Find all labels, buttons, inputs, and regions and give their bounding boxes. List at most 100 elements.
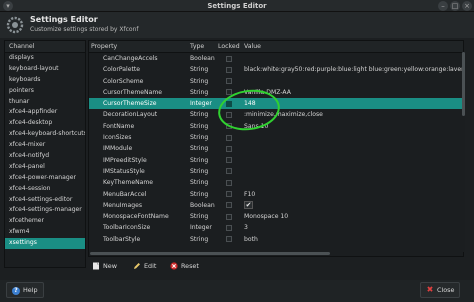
property-value[interactable]: 148 xyxy=(244,98,463,109)
property-value[interactable]: F10 xyxy=(244,189,463,200)
property-type: Boolean xyxy=(190,201,215,209)
column-header-type[interactable]: Type xyxy=(190,41,204,53)
scrollbar-thumb[interactable] xyxy=(462,52,465,116)
property-row[interactable]: CanChangeAccels Boolean xyxy=(89,53,463,64)
property-row[interactable]: ColorPalette String black:white:gray50:red… xyxy=(89,64,463,75)
property-type: String xyxy=(190,88,209,96)
new-property-button[interactable]: New xyxy=(92,259,117,273)
property-type: String xyxy=(190,179,209,187)
help-button[interactable]: ? Help xyxy=(6,282,44,298)
property-type: Integer xyxy=(190,100,212,108)
channel-item[interactable]: xfce4-keyboard-shortcuts xyxy=(5,129,85,140)
channel-item[interactable]: xfce4-settings-manager xyxy=(5,205,85,216)
value-checkbox[interactable]: ✔ xyxy=(244,200,253,209)
channel-item[interactable]: xfce4-appfinder xyxy=(5,107,85,118)
property-row[interactable]: IMModule String xyxy=(89,143,463,154)
property-rows: CanChangeAccels Boolean ColorPalette String… xyxy=(89,53,463,245)
property-value[interactable]: :minimize,maximize,close xyxy=(244,109,463,120)
locked-checkbox xyxy=(226,66,232,73)
property-row[interactable]: DecorationLayout String:minimize,maximize… xyxy=(89,109,463,120)
channel-item[interactable]: xfce4-mixer xyxy=(5,140,85,151)
locked-checkbox xyxy=(226,202,232,209)
channel-item[interactable]: displays xyxy=(5,53,85,64)
channel-item[interactable]: pointers xyxy=(5,86,85,97)
reset-property-button[interactable]: Reset xyxy=(170,259,199,273)
channel-item[interactable]: xfce4-settings-editor xyxy=(5,195,85,206)
close-button[interactable]: ✖ Close xyxy=(420,282,461,298)
property-name: ColorScheme xyxy=(103,77,144,85)
locked-checkbox xyxy=(226,236,232,243)
property-row[interactable]: MonospaceFontName String Monospace 10 xyxy=(89,211,463,222)
property-value[interactable]: both xyxy=(244,234,463,245)
channel-item[interactable]: xfwm4 xyxy=(5,227,85,238)
property-row[interactable]: KeyThemeName String xyxy=(89,177,463,188)
property-type: String xyxy=(190,167,209,175)
locked-checkbox xyxy=(226,111,232,118)
edit-button-label: Edit xyxy=(144,262,157,270)
locked-checkbox xyxy=(226,89,232,96)
channel-item[interactable]: keyboard-layout xyxy=(5,64,85,75)
locked-checkbox xyxy=(226,224,232,231)
close-window-icon[interactable]: × xyxy=(462,1,472,11)
property-row[interactable]: MenuImages Boolean ✔ xyxy=(89,200,463,211)
property-value[interactable]: ✔ xyxy=(244,200,463,211)
channel-item[interactable]: xfce4-notifyd xyxy=(5,151,85,162)
property-name: CursorThemeName xyxy=(103,88,163,96)
property-name: CanChangeAccels xyxy=(103,55,158,62)
property-row[interactable]: ToolbarIconSize Integer 3 xyxy=(89,222,463,233)
property-type: String xyxy=(190,235,209,243)
property-type: String xyxy=(190,145,209,153)
channel-item[interactable]: xfce4-power-manager xyxy=(5,173,85,184)
property-value[interactable]: Vanilla-DMZ-AA xyxy=(244,87,463,98)
locked-checkbox xyxy=(226,78,232,85)
property-type: String xyxy=(190,213,209,221)
close-icon: ✖ xyxy=(426,285,434,294)
property-row-selected[interactable]: CursorThemeSize Integer 148 xyxy=(89,98,463,110)
property-row[interactable]: ToolbarStyle String both xyxy=(89,234,463,245)
column-header-locked[interactable]: Locked xyxy=(218,41,240,53)
property-row[interactable]: MenuBarAccel String F10 xyxy=(89,189,463,200)
property-name: MonospaceFontName xyxy=(103,213,169,221)
channel-list[interactable]: Channel displays keyboard-layout keyboar… xyxy=(4,40,86,268)
channel-item-selected[interactable]: xsettings xyxy=(5,238,85,250)
property-value[interactable]: Monospace 10 xyxy=(244,211,463,222)
channel-item[interactable]: xfcethemer xyxy=(5,216,85,227)
property-name: DecorationLayout xyxy=(103,111,158,119)
channel-item[interactable]: thunar xyxy=(5,97,85,108)
edit-property-button[interactable]: Edit xyxy=(133,259,156,273)
column-header-property[interactable]: Property xyxy=(91,41,117,53)
property-name: MenuBarAccel xyxy=(103,190,147,198)
window-title: Settings Editor xyxy=(207,2,267,10)
property-row[interactable]: FontName String Sans 10 xyxy=(89,121,463,132)
channel-column-header[interactable]: Channel xyxy=(5,41,85,53)
channel-item[interactable]: xfce4-desktop xyxy=(5,118,85,129)
locked-checkbox xyxy=(226,134,232,141)
property-row[interactable]: IMStatusStyle String xyxy=(89,166,463,177)
property-locked xyxy=(226,234,238,247)
channel-item[interactable]: xfce4-panel xyxy=(5,162,85,173)
minimize-window-icon[interactable]: – xyxy=(438,1,448,11)
property-vertical-scrollbar[interactable] xyxy=(462,52,465,252)
property-value[interactable]: Sans 10 xyxy=(244,121,463,132)
property-row[interactable]: ColorScheme String xyxy=(89,76,463,87)
property-horizontal-scrollbar[interactable] xyxy=(90,252,330,255)
locked-checkbox xyxy=(226,55,232,62)
locked-checkbox xyxy=(226,213,232,220)
maximize-window-icon[interactable]: □ xyxy=(450,1,460,11)
property-type: Integer xyxy=(190,224,212,232)
property-type: String xyxy=(190,122,209,130)
property-row[interactable]: IMPreeditStyle String xyxy=(89,155,463,166)
channel-item[interactable]: xfce4-session xyxy=(5,184,85,195)
property-name: ToolbarIconSize xyxy=(103,224,151,232)
property-row[interactable]: CursorThemeName String Vanilla-DMZ-AA xyxy=(89,87,463,98)
channel-item[interactable]: keyboards xyxy=(5,75,85,86)
property-row[interactable]: IconSizes String xyxy=(89,132,463,143)
property-type: String xyxy=(190,156,209,164)
property-name: ToolbarStyle xyxy=(103,235,141,243)
locked-checkbox xyxy=(226,157,232,164)
property-value[interactable]: black:white:gray50:red:purple:blue:light… xyxy=(244,64,463,75)
column-header-value[interactable]: Value xyxy=(244,41,261,53)
help-icon: ? xyxy=(12,287,20,295)
property-value[interactable]: 3 xyxy=(244,222,463,233)
property-table[interactable]: Property Type Locked Value CanChangeAcce… xyxy=(88,40,464,257)
